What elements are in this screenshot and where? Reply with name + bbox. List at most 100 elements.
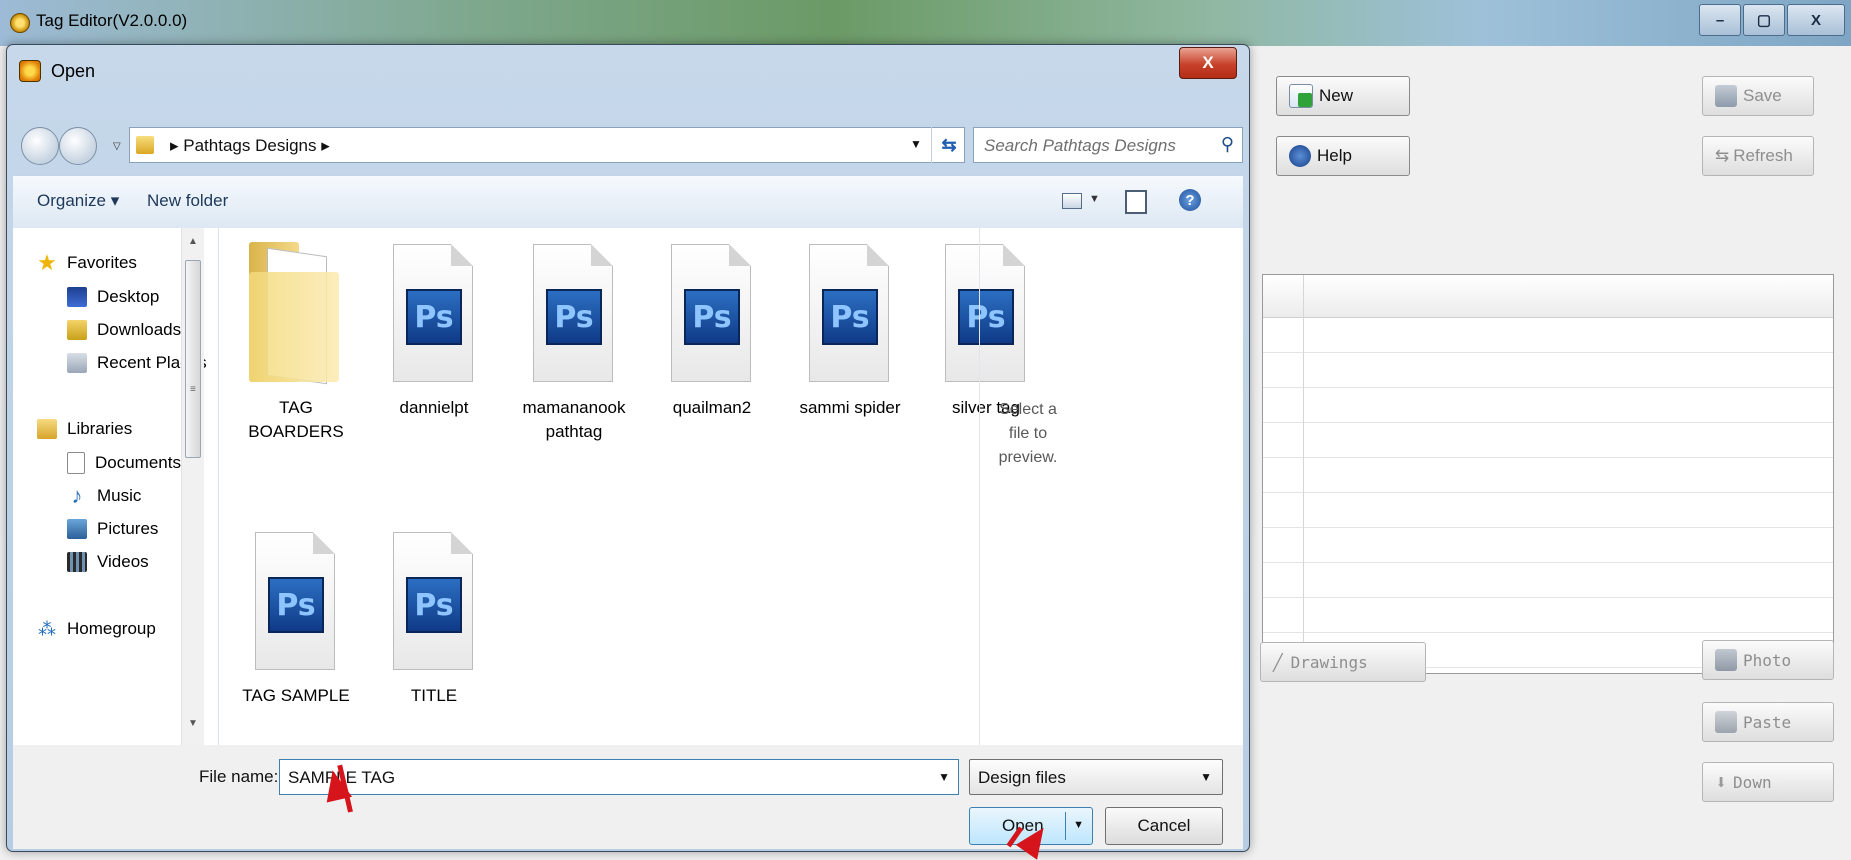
nav-documents[interactable]: Documents — [67, 450, 181, 476]
view-dropdown-icon[interactable]: ▼ — [1089, 193, 1100, 205]
cancel-button[interactable]: Cancel — [1105, 807, 1223, 845]
file-item-tag-sample[interactable]: Ps TAG SAMPLE — [231, 522, 361, 708]
open-options-dropdown-icon[interactable]: ▼ — [1073, 819, 1084, 831]
drawings-button-label: Drawings — [1290, 652, 1368, 672]
pencil-icon: ╱ — [1273, 652, 1283, 672]
file-item-dannielpt[interactable]: Ps dannielpt — [369, 234, 499, 420]
file-item-sammi-spider[interactable]: Ps sammi spider — [785, 234, 915, 420]
save-disk-icon — [1715, 85, 1737, 107]
nav-downloads[interactable]: Downloads — [67, 317, 181, 343]
documents-icon — [67, 452, 85, 474]
photo-button[interactable]: Photo — [1702, 640, 1834, 680]
nav-libraries[interactable]: Libraries — [37, 416, 132, 442]
open-dialog: Open X ▽ ▸ Pathtags Designs ▸ ▼ ⇆ Search… — [6, 44, 1250, 852]
new-folder-button[interactable]: New folder — [147, 191, 228, 211]
dialog-close-button[interactable]: X — [1179, 47, 1237, 79]
paste-button[interactable]: Paste — [1702, 702, 1834, 742]
down-arrow-icon: ⬇ — [1715, 770, 1728, 794]
music-icon: ♪ — [71, 483, 83, 508]
file-type-select[interactable]: Design files ▼ — [969, 759, 1223, 795]
refresh-button-label: Refresh — [1733, 146, 1793, 165]
table-row[interactable] — [1263, 353, 1833, 388]
search-icon[interactable]: ⚲ — [1221, 134, 1234, 155]
table-row[interactable] — [1263, 423, 1833, 458]
table-row[interactable] — [1263, 388, 1833, 423]
view-options-icon[interactable] — [1062, 193, 1082, 209]
photoshop-file-icon: Ps — [809, 234, 891, 384]
homegroup-icon: ⁂ — [38, 619, 56, 639]
videos-icon — [67, 552, 87, 572]
new-document-icon — [1289, 84, 1313, 108]
nav-scrollbar[interactable]: ▲ ≡ ▼ — [181, 228, 204, 745]
table-row[interactable] — [1263, 598, 1833, 633]
table-row[interactable] — [1263, 528, 1833, 563]
down-button[interactable]: ⬇ Down — [1702, 762, 1834, 802]
file-item-title[interactable]: Ps TITLE — [369, 522, 499, 708]
scroll-down-icon[interactable]: ▼ — [188, 718, 198, 729]
dialog-content: ★ Favorites Desktop Downloads Recent Pla… — [13, 228, 1243, 745]
breadcrumb[interactable]: ▸ Pathtags Designs ▸ — [170, 136, 330, 156]
refresh-button[interactable]: ⇆ Refresh — [1702, 136, 1814, 176]
folder-icon — [249, 234, 339, 385]
refresh-icon: ⇆ — [1715, 146, 1730, 165]
preview-pane-icon[interactable] — [1125, 190, 1147, 214]
file-name-dropdown-icon[interactable]: ▼ — [938, 770, 950, 784]
nav-homegroup[interactable]: ⁂ Homegroup — [37, 616, 156, 642]
nav-pictures[interactable]: Pictures — [67, 516, 158, 542]
photoshop-file-icon: Ps — [393, 234, 475, 384]
dialog-title: Open — [51, 61, 96, 81]
drawings-button[interactable]: ╱ Drawings — [1260, 642, 1426, 682]
photoshop-file-icon: Ps — [255, 522, 337, 672]
back-button[interactable] — [21, 127, 59, 165]
file-item-mamananook-pathtag[interactable]: Ps mamananook pathtag — [509, 234, 639, 444]
save-button[interactable]: Save — [1702, 76, 1814, 116]
nav-music[interactable]: ♪ Music — [67, 483, 142, 509]
refresh-location-button[interactable]: ⇆ — [931, 127, 966, 163]
maximize-button[interactable]: ▢ — [1743, 4, 1785, 36]
app-close-button[interactable]: X — [1787, 4, 1845, 36]
nav-favorites[interactable]: ★ Favorites — [37, 250, 137, 276]
table-row[interactable] — [1263, 563, 1833, 598]
pictures-icon — [67, 519, 87, 539]
help-button[interactable]: Help — [1276, 136, 1410, 176]
minimize-button[interactable]: – — [1699, 4, 1741, 36]
address-bar[interactable]: ▸ Pathtags Designs ▸ ▼ — [129, 127, 965, 163]
forward-button[interactable] — [59, 127, 97, 165]
table-row[interactable] — [1263, 493, 1833, 528]
search-placeholder: Search Pathtags Designs — [984, 136, 1176, 155]
table-row[interactable] — [1263, 318, 1833, 353]
breadcrumb-item[interactable]: Pathtags Designs — [183, 136, 316, 155]
navigation-pane: ★ Favorites Desktop Downloads Recent Pla… — [13, 228, 219, 745]
file-item-quailman2[interactable]: Ps quailman2 — [647, 234, 777, 420]
app-logo-icon — [10, 13, 30, 33]
preview-message: Select a file to preview. — [998, 401, 1058, 466]
nav-desktop[interactable]: Desktop — [67, 284, 159, 310]
nav-videos[interactable]: Videos — [67, 549, 149, 575]
organize-menu[interactable]: Organize ▾ — [37, 191, 119, 211]
dialog-toolbar: Organize ▾ New folder ▼ ? — [13, 175, 1243, 229]
file-name-input[interactable]: SAMPLE TAG ▼ — [279, 759, 959, 795]
new-button[interactable]: New — [1276, 76, 1410, 116]
data-grid[interactable] — [1262, 274, 1834, 674]
nav-label: Documents — [95, 453, 181, 472]
folder-icon — [136, 136, 154, 154]
scroll-thumb[interactable]: ≡ — [185, 260, 201, 458]
table-row[interactable] — [1263, 458, 1833, 493]
file-item-tag-boarders[interactable]: TAG BOARDERS — [231, 234, 361, 444]
search-input[interactable]: Search Pathtags Designs ⚲ — [973, 127, 1243, 163]
paste-button-label: Paste — [1743, 712, 1792, 732]
new-button-label: New — [1319, 86, 1354, 105]
file-name-label: mamananook pathtag — [522, 398, 626, 441]
nav-label: Favorites — [67, 253, 137, 272]
recent-locations-dropdown[interactable]: ▽ — [113, 141, 121, 152]
photo-button-label: Photo — [1743, 650, 1792, 670]
address-dropdown-icon[interactable]: ▼ — [910, 137, 922, 151]
photoshop-file-icon: Ps — [671, 234, 753, 384]
grid-header — [1263, 275, 1833, 673]
file-name-label: TAG BOARDERS — [248, 398, 344, 441]
desktop-icon — [67, 287, 87, 307]
dialog-app-icon — [19, 60, 41, 82]
dialog-help-icon[interactable]: ? — [1179, 189, 1201, 211]
app-titlebar: Tag Editor(V2.0.0.0) – ▢ X — [0, 0, 1851, 46]
scroll-up-icon[interactable]: ▲ — [188, 236, 198, 247]
